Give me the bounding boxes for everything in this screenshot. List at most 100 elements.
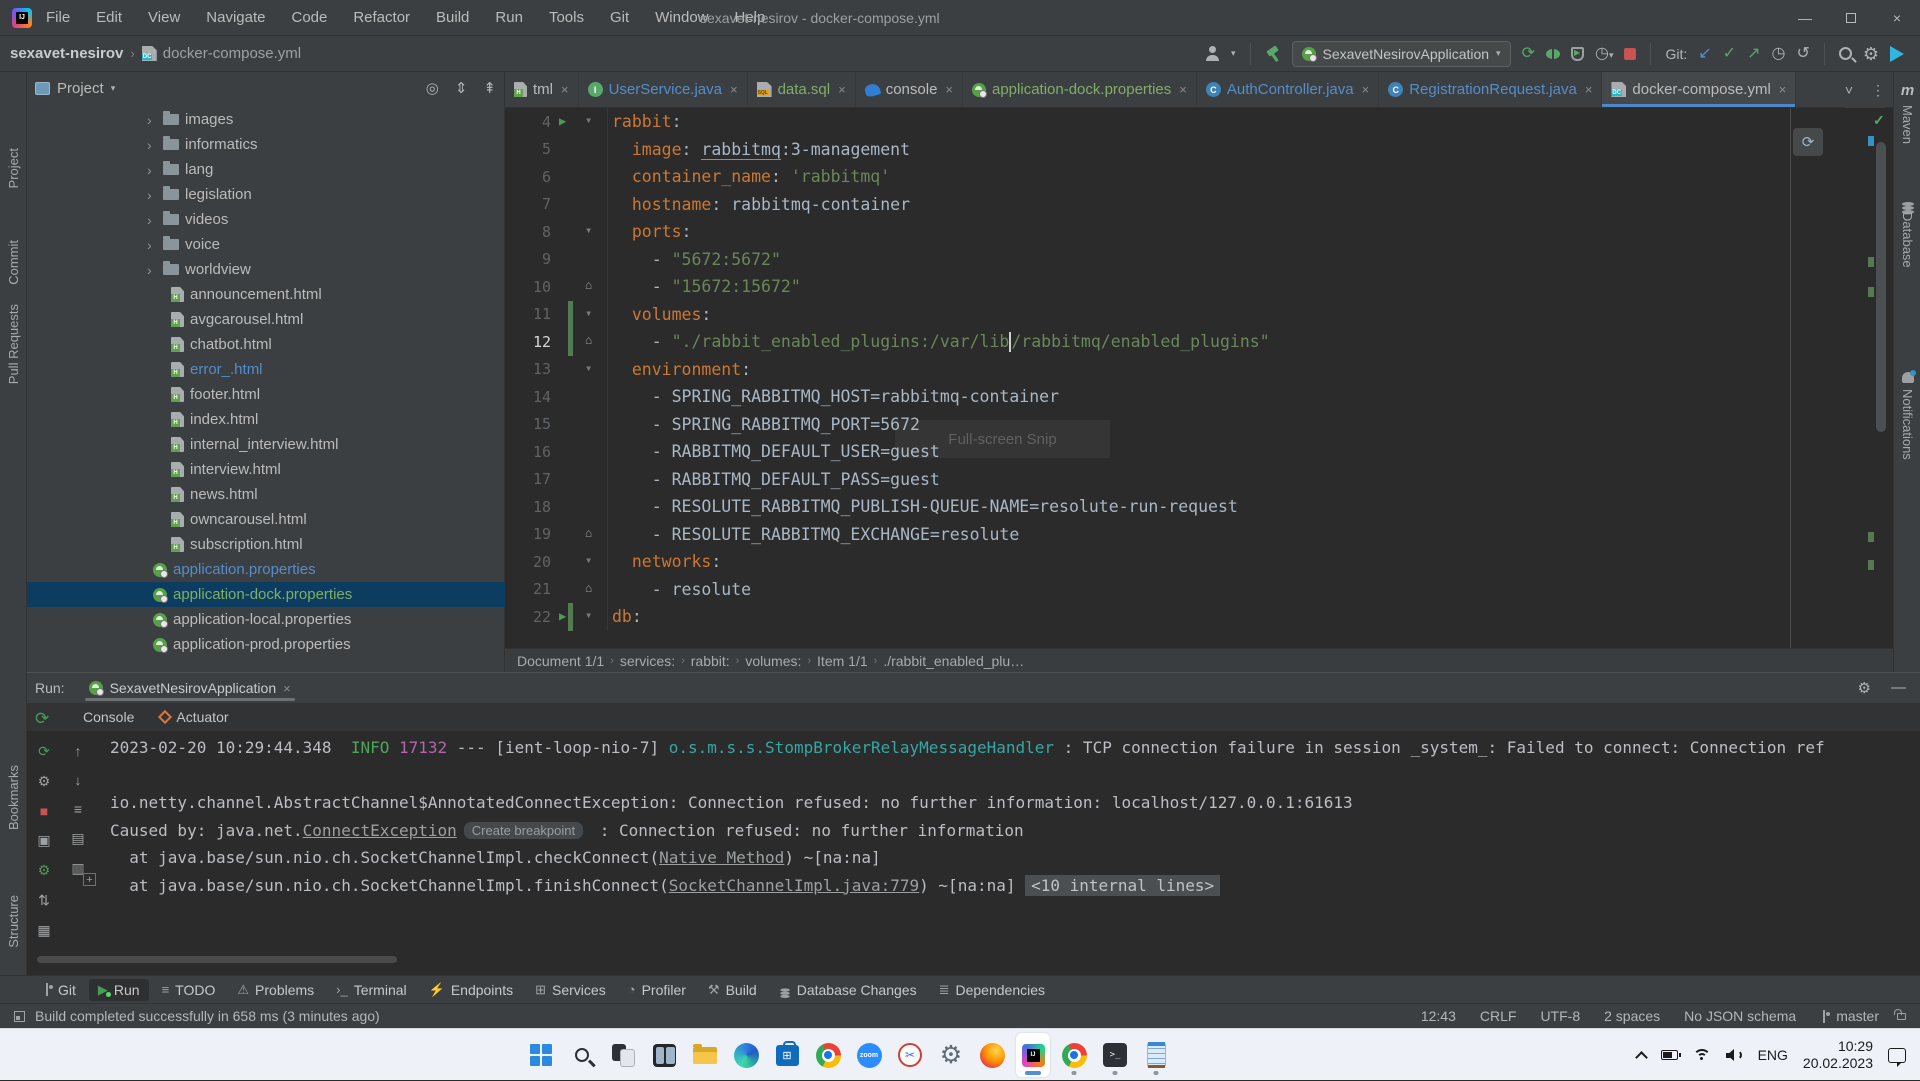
coverage-icon[interactable]: ⚙ xyxy=(38,862,51,879)
editor-refresh-icon[interactable]: ⟳ xyxy=(1793,128,1823,156)
tree-item[interactable]: ›lang xyxy=(27,157,505,182)
run-configuration-select[interactable]: SexavetNesirovApplication ▾ xyxy=(1292,41,1511,67)
taskbar-icon-terminal[interactable]: >_ xyxy=(1098,1033,1132,1077)
settings-gear-icon[interactable]: ⚙ xyxy=(1863,45,1879,63)
chevron-right-icon[interactable]: › xyxy=(147,162,157,178)
fold-icon[interactable]: ▾ xyxy=(585,306,592,320)
tray-chevron-icon[interactable] xyxy=(1635,1051,1648,1064)
git-push-button[interactable]: ↗ xyxy=(1747,46,1760,62)
taskbar-icon-firefox[interactable] xyxy=(975,1033,1009,1077)
project-panel-header[interactable]: Project ▾ ◎ ⇕ ⇞ xyxy=(27,72,504,104)
close-icon[interactable]: × xyxy=(945,82,953,97)
volume-icon[interactable] xyxy=(1726,1049,1743,1062)
breadcrumb-item[interactable]: volumes: xyxy=(745,653,801,669)
taskbar-icon-file-explorer[interactable] xyxy=(688,1033,722,1077)
notifications-icon[interactable] xyxy=(1888,1048,1906,1063)
menu-item-refactor[interactable]: Refactor xyxy=(353,9,410,26)
stack-link[interactable]: ConnectException xyxy=(303,821,457,840)
stripe-item-maven[interactable]: mMaven xyxy=(1894,82,1920,144)
menu-item-run[interactable]: Run xyxy=(495,9,523,26)
breadcrumb-item[interactable]: services: xyxy=(620,653,675,669)
tree-item[interactable]: footer.html xyxy=(27,382,505,407)
close-icon[interactable]: × xyxy=(1779,82,1787,97)
tree-item[interactable]: announcement.html xyxy=(27,282,505,307)
profiler-button[interactable]: ◷▾ xyxy=(1595,46,1614,62)
rerun-button[interactable]: ⟳ xyxy=(1522,46,1535,62)
fold-icon[interactable]: ⌂ xyxy=(585,581,592,595)
editor-breadcrumbs[interactable]: Document 1/1›services:›rabbit:›volumes:›… xyxy=(505,648,1893,672)
editor-tab-registrationrequest-java[interactable]: CRegistrationRequest.java× xyxy=(1379,72,1602,107)
tool-window-button-run[interactable]: ▶Run xyxy=(89,979,149,1001)
menu-item-git[interactable]: Git xyxy=(610,9,629,26)
chevron-right-icon[interactable]: › xyxy=(147,112,157,128)
tree-item[interactable]: index.html xyxy=(27,407,505,432)
breadcrumb-item[interactable]: rabbit: xyxy=(691,653,730,669)
run-line-icon[interactable]: ▶ xyxy=(559,114,566,128)
taskbar-icon-settings[interactable]: ⚙ xyxy=(934,1033,968,1077)
close-icon[interactable]: × xyxy=(1179,82,1187,97)
close-icon[interactable]: × xyxy=(561,82,569,97)
close-icon[interactable]: × xyxy=(283,681,291,696)
fold-icon[interactable]: ▾ xyxy=(585,113,592,127)
stripe-item-database[interactable]: Database xyxy=(1894,202,1920,268)
tree-item[interactable]: ›legislation xyxy=(27,182,505,207)
tree-item[interactable]: subscription.html xyxy=(27,532,505,557)
thread-dump-icon[interactable]: ▣ xyxy=(37,832,50,849)
debug-button[interactable] xyxy=(1546,49,1560,59)
collapse-all-icon[interactable]: ⇞ xyxy=(483,79,496,97)
edit-config-icon[interactable]: ⚙ xyxy=(38,773,51,790)
editor-tab-console[interactable]: console× xyxy=(856,72,963,107)
menu-item-edit[interactable]: Edit xyxy=(96,9,122,26)
clock[interactable]: 10:29 20.02.2023 xyxy=(1803,1038,1873,1072)
run-configuration-tab[interactable]: SexavetNesirovApplication × xyxy=(89,673,291,703)
taskbar-icon-zoom[interactable]: zoom xyxy=(852,1033,886,1077)
git-update-button[interactable]: ↙ xyxy=(1698,46,1711,62)
log-chip[interactable]: Create breakpoint xyxy=(464,822,583,839)
stack-link[interactable]: Native Method xyxy=(659,848,784,867)
taskbar-icon-task-view[interactable] xyxy=(606,1033,640,1077)
stop-icon[interactable]: ■ xyxy=(40,803,48,819)
tool-window-button-todo[interactable]: ≡TODO xyxy=(153,979,225,1001)
run-toolbar-column-2[interactable]: ↑ ↓ ≡ ▤ ▥ xyxy=(65,743,91,877)
user-icon[interactable] xyxy=(1205,46,1220,61)
tree-item[interactable]: news.html xyxy=(27,482,505,507)
taskbar-icon-snipping-tool[interactable]: ✂ xyxy=(893,1033,927,1077)
tool-window-button-terminal[interactable]: ›_Terminal xyxy=(327,979,415,1001)
rollback-button[interactable]: ↺ xyxy=(1796,46,1809,62)
editor-tab-application-dock-properties[interactable]: application-dock.properties× xyxy=(963,72,1197,107)
tool-window-button-git[interactable]: Git xyxy=(34,979,85,1001)
status-item[interactable]: 2 spaces xyxy=(1604,1008,1660,1024)
status-item[interactable]: 12:43 xyxy=(1421,1008,1456,1024)
user-dropdown-icon[interactable]: ▾ xyxy=(1231,48,1236,59)
layout-grid-icon[interactable]: ▦ xyxy=(37,922,50,939)
editor-scrollbar[interactable] xyxy=(1876,142,1886,432)
console-tab-actuator[interactable]: Actuator xyxy=(160,709,228,725)
console-tab-console[interactable]: Console xyxy=(83,709,134,725)
status-item[interactable]: No JSON schema xyxy=(1684,1008,1796,1024)
project-tree[interactable]: ›images›informatics›lang›legislation›vid… xyxy=(27,107,505,667)
dump-export-icon[interactable]: ⇅ xyxy=(38,892,50,909)
chevron-right-icon[interactable]: › xyxy=(147,212,157,228)
fold-icon[interactable]: ⌂ xyxy=(585,278,592,292)
stack-link[interactable]: SocketChannelImpl.java:779 xyxy=(669,876,919,895)
editor-tab-authcontroller-java[interactable]: CAuthController.java× xyxy=(1197,72,1379,107)
search-everywhere-icon[interactable] xyxy=(1839,47,1852,60)
tree-item[interactable]: ›informatics xyxy=(27,132,505,157)
status-item[interactable]: UTF-8 xyxy=(1540,1008,1580,1024)
close-icon[interactable]: × xyxy=(1362,82,1370,97)
build-hammer-icon[interactable] xyxy=(1265,46,1281,62)
stripe-item-commit[interactable]: Commit xyxy=(0,240,27,285)
tree-item[interactable]: application.properties xyxy=(27,557,505,582)
tool-window-button-services[interactable]: ⊞Services xyxy=(526,979,615,1001)
close-icon[interactable]: × xyxy=(1585,82,1593,97)
tree-item[interactable]: ›worldview xyxy=(27,257,505,282)
editor-tab-tml[interactable]: tml× xyxy=(505,72,579,107)
tree-item[interactable]: ›videos xyxy=(27,207,505,232)
taskbar-icon-search[interactable] xyxy=(565,1033,599,1077)
taskbar-icon-edge[interactable] xyxy=(729,1033,763,1077)
tool-window-button-dependencies[interactable]: ≣Dependencies xyxy=(930,979,1054,1001)
status-item[interactable]: CRLF xyxy=(1480,1008,1517,1024)
menu-item-build[interactable]: Build xyxy=(436,9,469,26)
tree-item[interactable]: avgcarousel.html xyxy=(27,307,505,332)
fold-expand-icon[interactable]: + xyxy=(83,873,96,886)
